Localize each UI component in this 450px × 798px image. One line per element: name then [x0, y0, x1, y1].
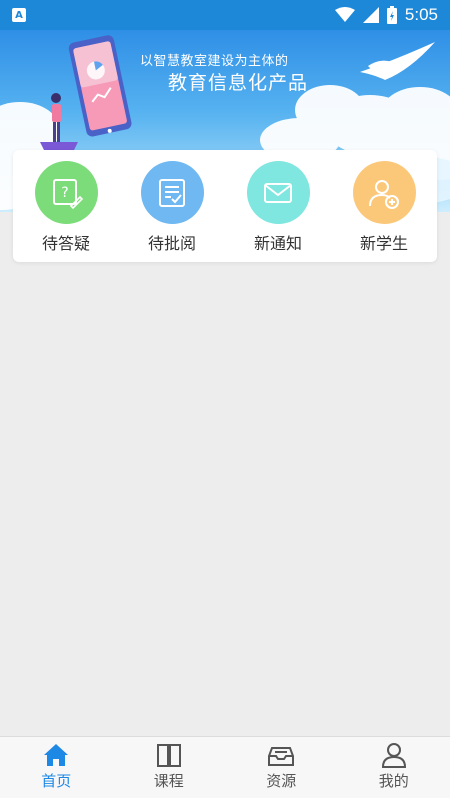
review-list-icon: [140, 161, 204, 224]
home-icon: [44, 744, 69, 766]
quick-action-label: 新学生: [359, 234, 408, 253]
wifi-icon: [334, 7, 355, 22]
quick-action-label: 待答疑: [41, 234, 90, 253]
battery-icon: [386, 6, 397, 24]
inbox-icon: [268, 747, 295, 766]
quick-action-new-students[interactable]: 新学生: [334, 150, 434, 262]
tab-label: 课程: [153, 772, 184, 790]
tab-profile[interactable]: 我的: [338, 737, 450, 798]
tab-resources[interactable]: 资源: [225, 737, 338, 798]
banner-subtitle: 以智慧教室建设为主体的: [140, 54, 289, 69]
signal-icon: [362, 7, 379, 23]
quick-actions-card: ? 待答疑 待批阅 新通知 新学生: [13, 150, 437, 262]
quick-action-new-notices[interactable]: 新通知: [228, 150, 328, 262]
quick-action-label: 新通知: [253, 234, 302, 253]
tab-label: 资源: [266, 772, 297, 790]
add-user-icon: [352, 161, 416, 224]
bottom-tab-bar: 首页 课程 资源 我的: [0, 736, 450, 798]
question-edit-icon: ?: [34, 161, 98, 224]
quick-action-pending-questions[interactable]: ? 待答疑: [16, 150, 116, 262]
envelope-icon: [246, 161, 310, 224]
quick-action-pending-review[interactable]: 待批阅: [122, 150, 222, 262]
app-notification-icon: A: [12, 8, 26, 22]
quick-action-label: 待批阅: [147, 234, 196, 253]
tab-home[interactable]: 首页: [0, 737, 113, 798]
person-icon: [381, 743, 406, 768]
banner-title: 教育信息化产品: [168, 72, 309, 94]
tab-label: 首页: [41, 772, 72, 790]
tab-courses[interactable]: 课程: [113, 737, 226, 798]
status-bar: A 5:05: [0, 0, 450, 30]
svg-text:?: ?: [61, 185, 68, 201]
book-icon: [156, 744, 181, 767]
status-time: 5:05: [404, 5, 438, 24]
tab-label: 我的: [378, 772, 409, 790]
